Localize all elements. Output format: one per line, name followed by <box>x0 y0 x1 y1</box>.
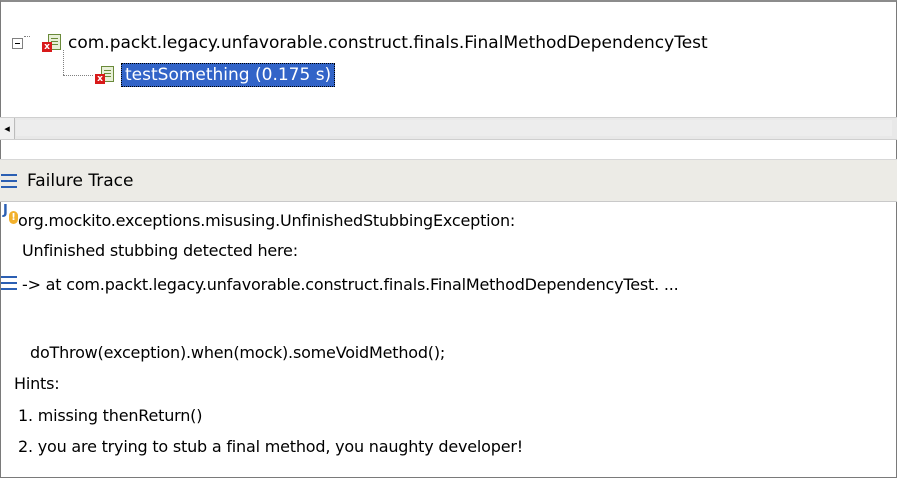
trace-line: org.mockito.exceptions.misusing.Unfinish… <box>18 211 516 230</box>
arrow-left-icon: ◂ <box>4 122 10 135</box>
collapse-toggle[interactable] <box>12 37 23 49</box>
trace-line: 1. missing thenReturn() <box>18 406 203 425</box>
stack-trace-icon <box>1 173 17 188</box>
tree-item-suite[interactable]: x com.packt.legacy.unfavorable.construct… <box>12 30 708 56</box>
scrollbar-thumb[interactable] <box>16 120 892 136</box>
filter-stack-icon[interactable] <box>1 276 17 290</box>
trace-line: Unfinished stubbing detected here: <box>22 241 298 260</box>
tree-item-test[interactable]: x testSomething (0.175 s) <box>94 62 336 88</box>
tree-connector <box>63 75 93 76</box>
test-case-error-icon: x <box>94 65 116 85</box>
trace-line: 2. you are trying to stub a final method… <box>18 437 523 456</box>
test-suite-error-icon: x <box>41 33 63 53</box>
suite-label: com.packt.legacy.unfavorable.construct.f… <box>68 33 708 53</box>
test-label-selected[interactable]: testSomething (0.175 s) <box>121 63 336 87</box>
failure-trace-header: Failure Trace <box>0 159 897 202</box>
failure-trace-title: Failure Trace <box>27 170 134 191</box>
junit-warning-icon: J ! <box>3 203 19 225</box>
scroll-left-button[interactable]: ◂ <box>0 118 15 139</box>
trace-line: -> at com.packt.legacy.unfavorable.const… <box>22 275 679 294</box>
trace-line: doThrow(exception).when(mock).someVoidMe… <box>30 343 446 362</box>
test-tree[interactable]: x com.packt.legacy.unfavorable.construct… <box>0 4 899 104</box>
horizontal-scrollbar[interactable]: ◂ <box>0 117 897 140</box>
trace-line: Hints: <box>14 374 60 393</box>
